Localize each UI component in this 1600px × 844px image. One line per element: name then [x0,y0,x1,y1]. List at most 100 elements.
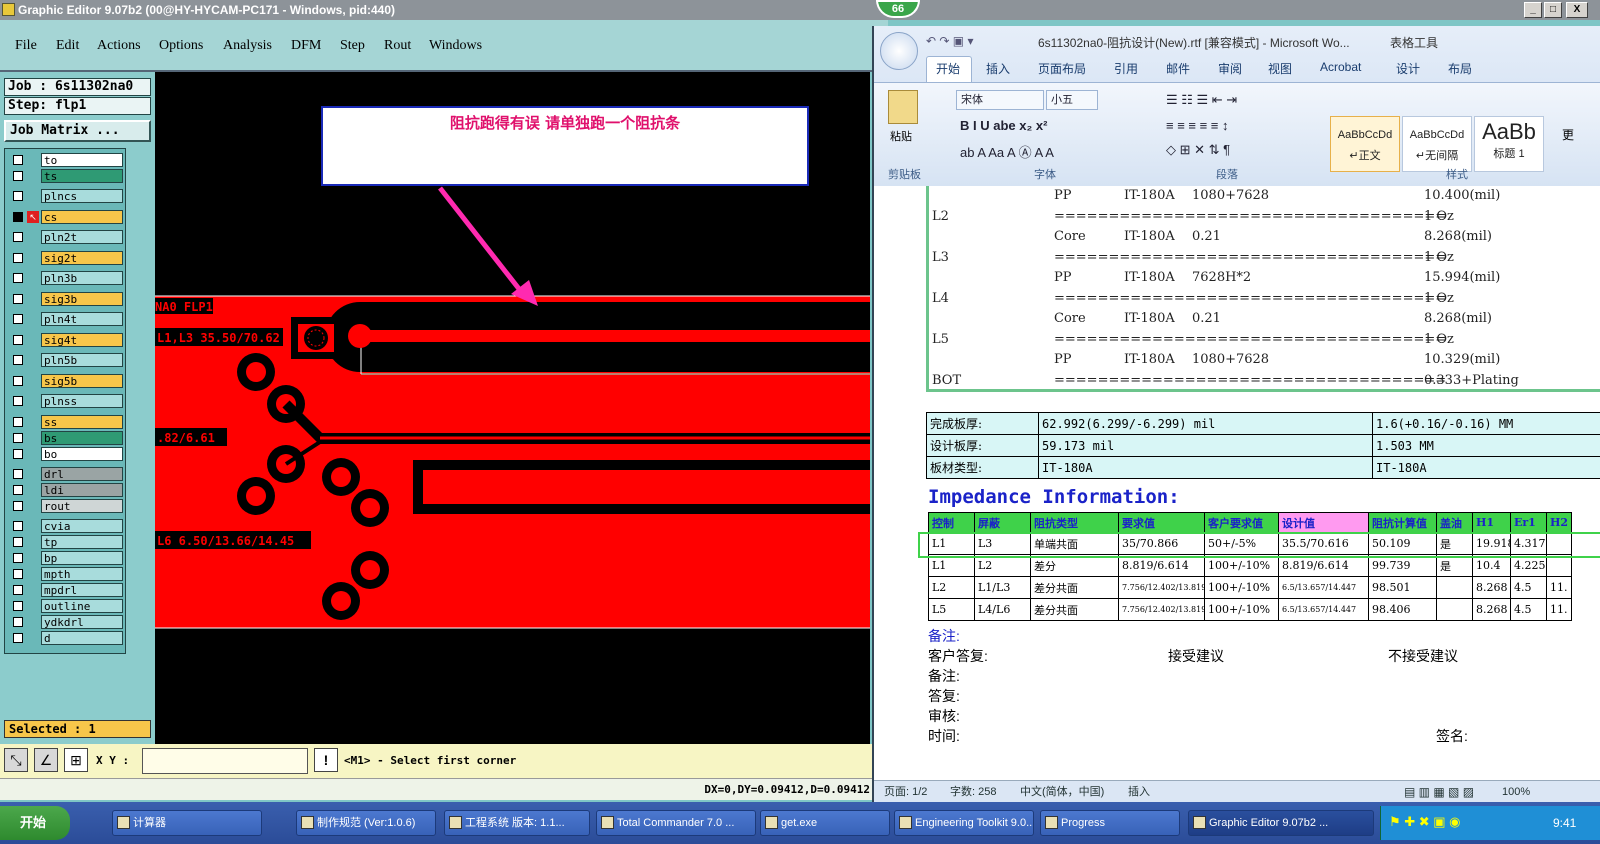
layer-checkbox[interactable] [13,521,23,531]
layer-row-pln4t[interactable]: pln4t [9,312,123,326]
layer-name[interactable]: outline [41,599,123,613]
info-icon[interactable]: ! [314,748,338,772]
tab-view[interactable]: 视图 [1268,60,1292,77]
layer-row-pln2t[interactable]: pln2t [9,230,123,244]
layer-row-plnss[interactable]: plnss [9,394,123,408]
layer-checkbox[interactable] [13,171,23,181]
tray-icons[interactable]: ⚑ ✚ ✖ ▣ ◉ [1389,814,1461,830]
maximize-button[interactable]: □ [1544,2,1562,18]
layer-checkbox[interactable] [13,485,23,495]
font-color-icons[interactable]: ab A Aa A Ⓐ A A [960,142,1054,161]
measure-tool-icon[interactable]: ∠ [34,748,58,772]
layer-checkbox[interactable] [13,585,23,595]
layer-row-plncs[interactable]: plncs [9,189,123,203]
layer-name[interactable]: mpth [41,567,123,581]
layer-name[interactable]: rout [41,499,123,513]
layer-name[interactable]: sig3b [41,292,123,306]
close-button[interactable]: X [1566,2,1588,18]
layer-row-outline[interactable]: outline [9,599,123,613]
layer-checkbox[interactable] [13,396,23,406]
layer-checkbox[interactable] [13,232,23,242]
menu-actions[interactable]: Actions [97,38,141,54]
pcb-canvas[interactable]: NA0 FLP1 L1,L3 35.50/70.62 .82/6.61 L6 6… [155,72,870,744]
layer-row-bp[interactable]: bp [9,551,123,565]
layer-name[interactable]: pln3b [41,271,123,285]
minimize-button[interactable]: _ [1524,2,1542,18]
layer-checkbox[interactable] [13,335,23,345]
layer-checkbox[interactable] [13,569,23,579]
layer-row-rout[interactable]: rout [9,499,123,513]
taskbar-item[interactable]: get.exe [760,810,890,836]
quick-access-icon[interactable]: ↶ ↷ ▣ ▾ [926,34,973,48]
tab-mailings[interactable]: 邮件 [1166,60,1190,77]
tab-acrobat[interactable]: Acrobat [1320,60,1361,74]
paragraph-icons[interactable]: ◇ ⊞ ✕ ⇅ ¶ [1166,142,1230,158]
layer-row-ldi[interactable]: ldi [9,483,123,497]
layer-row-to[interactable]: to [9,153,123,167]
taskbar-item[interactable]: 计算器 [112,810,262,836]
language-status[interactable]: 中文(简体，中国) [1020,781,1104,803]
job-matrix-button[interactable]: Job Matrix ... [4,120,151,142]
office-button-icon[interactable] [880,32,918,70]
layer-row-ss[interactable]: ss [9,415,123,429]
layer-row-sig3b[interactable]: sig3b [9,292,123,306]
layer-row-cvia[interactable]: cvia [9,519,123,533]
tab-insert[interactable]: 插入 [986,60,1010,77]
layer-checkbox[interactable] [13,537,23,547]
layer-name[interactable]: d [41,631,123,645]
layer-checkbox[interactable] [13,553,23,563]
layer-checkbox[interactable] [13,417,23,427]
paste-icon[interactable] [888,90,918,124]
paste-label[interactable]: 粘贴 [890,128,912,144]
layer-row-drl[interactable]: drl [9,467,123,481]
taskbar-item[interactable]: Graphic Editor 9.07b2 ... [1188,810,1374,836]
layer-checkbox[interactable] [13,212,23,222]
menu-options[interactable]: Options [159,38,203,54]
layer-checkbox[interactable] [13,376,23,386]
word-count[interactable]: 字数: 258 [950,781,996,803]
taskbar-item[interactable]: 制作规范 (Ver:1.0.6) [296,810,436,836]
layer-row-sig5b[interactable]: sig5b [9,374,123,388]
menu-analysis[interactable]: Analysis [223,38,272,54]
layer-name[interactable]: mpdrl [41,583,123,597]
layer-name[interactable]: drl [41,467,123,481]
layer-row-ydkdrl[interactable]: ydkdrl [9,615,123,629]
layer-name[interactable]: ss [41,415,123,429]
grid-tool-icon[interactable]: ⊞ [64,748,88,772]
tab-references[interactable]: 引用 [1114,60,1138,77]
layer-name[interactable]: plnss [41,394,123,408]
zoom-in-tool-icon[interactable]: ⤡ [4,748,28,772]
layer-name[interactable]: pln4t [41,312,123,326]
layer-row-bo[interactable]: bo [9,447,123,461]
taskbar-item[interactable]: 工程系统 版本: 1.1... [444,810,590,836]
layer-row-tp[interactable]: tp [9,535,123,549]
zoom-level[interactable]: 100% [1502,781,1530,803]
layer-name[interactable]: cvia [41,519,123,533]
layer-row-d[interactable]: d [9,631,123,645]
layer-row-mpdrl[interactable]: mpdrl [9,583,123,597]
view-mode-icons[interactable]: ▤ ▥ ▦ ▧ ▨ [1404,781,1474,803]
layer-row-ts[interactable]: ts [9,169,123,183]
layer-name[interactable]: ldi [41,483,123,497]
layer-name[interactable]: sig4t [41,333,123,347]
layer-checkbox[interactable] [13,191,23,201]
layer-name[interactable]: plncs [41,189,123,203]
layer-checkbox[interactable] [13,633,23,643]
list-icons[interactable]: ☰ ☷ ☰ ⇤ ⇥ [1166,92,1237,108]
layer-checkbox[interactable] [13,449,23,459]
layer-checkbox[interactable] [13,314,23,324]
layer-row-cs[interactable]: ↖ cs [9,210,123,224]
layer-checkbox[interactable] [13,155,23,165]
font-name-select[interactable]: 宋体 [956,90,1044,110]
font-format-icons[interactable]: B I U abe x₂ x² [960,118,1047,133]
layer-checkbox[interactable] [13,469,23,479]
layer-row-pln5b[interactable]: pln5b [9,353,123,367]
style-no-spacing[interactable]: AaBbCcDd ↵无间隔 [1402,116,1472,172]
page-count[interactable]: 页面: 1/2 [884,781,927,803]
menu-step[interactable]: Step [340,38,365,54]
taskbar-item[interactable]: Engineering Toolkit 9.0... [894,810,1034,836]
menu-file[interactable]: File [15,38,37,54]
layer-checkbox[interactable] [13,253,23,263]
layer-name[interactable]: bo [41,447,123,461]
layer-row-bs[interactable]: bs [9,431,123,445]
